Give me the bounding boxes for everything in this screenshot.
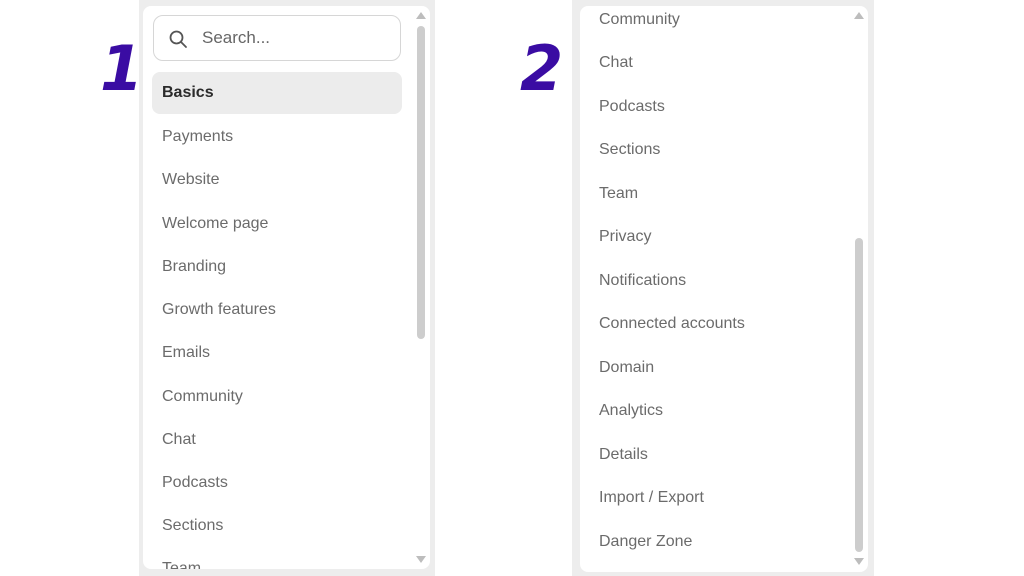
menu-item-payments[interactable]: Payments <box>152 116 402 158</box>
scroll-up-arrow-icon[interactable] <box>416 12 426 19</box>
settings-menu-panel-1: Basics Payments Website Welcome page Bra… <box>143 6 430 569</box>
menu-item-sections[interactable]: Sections <box>152 505 402 547</box>
search-icon <box>169 30 187 48</box>
menu-item-basics[interactable]: Basics <box>152 72 402 114</box>
menu-item-branding[interactable]: Branding <box>152 246 402 288</box>
scroll-thumb[interactable] <box>417 26 425 339</box>
menu-item-community[interactable]: Community <box>589 6 839 41</box>
scroll-thumb[interactable] <box>855 238 863 552</box>
menu-item-import-export[interactable]: Import / Export <box>589 477 839 519</box>
scroll-up-arrow-icon[interactable] <box>854 12 864 19</box>
scrollbar[interactable] <box>415 6 427 569</box>
search-input[interactable] <box>202 16 392 60</box>
menu-item-analytics[interactable]: Analytics <box>589 390 839 432</box>
menu-item-danger-zone[interactable]: Danger Zone <box>589 521 839 563</box>
menu-item-emails[interactable]: Emails <box>152 332 402 374</box>
menu-item-domain[interactable]: Domain <box>589 347 839 389</box>
menu-item-community[interactable]: Community <box>152 376 402 418</box>
scrollbar[interactable] <box>853 6 865 572</box>
menu-item-notifications[interactable]: Notifications <box>589 260 839 302</box>
menu-item-sections[interactable]: Sections <box>589 129 839 171</box>
menu-item-growth-features[interactable]: Growth features <box>152 289 402 331</box>
menu-item-chat[interactable]: Chat <box>589 42 839 84</box>
scroll-down-arrow-icon[interactable] <box>854 558 864 565</box>
menu-item-team[interactable]: Team <box>589 173 839 215</box>
step-number-1: 1 <box>100 32 144 105</box>
menu-item-podcasts[interactable]: Podcasts <box>589 86 839 128</box>
scroll-down-arrow-icon[interactable] <box>416 556 426 563</box>
settings-menu-panel-2: Community Chat Podcasts Sections Team Pr… <box>580 6 868 572</box>
menu-item-connected-accounts[interactable]: Connected accounts <box>589 303 839 345</box>
step-number-2: 2 <box>520 32 564 105</box>
menu-item-website[interactable]: Website <box>152 159 402 201</box>
menu-item-privacy[interactable]: Privacy <box>589 216 839 258</box>
menu-item-details[interactable]: Details <box>589 434 839 476</box>
menu-item-chat[interactable]: Chat <box>152 419 402 461</box>
menu-item-team[interactable]: Team <box>152 548 402 569</box>
menu-item-podcasts[interactable]: Podcasts <box>152 462 402 504</box>
search-box[interactable] <box>153 15 401 61</box>
menu-item-welcome-page[interactable]: Welcome page <box>152 203 402 245</box>
